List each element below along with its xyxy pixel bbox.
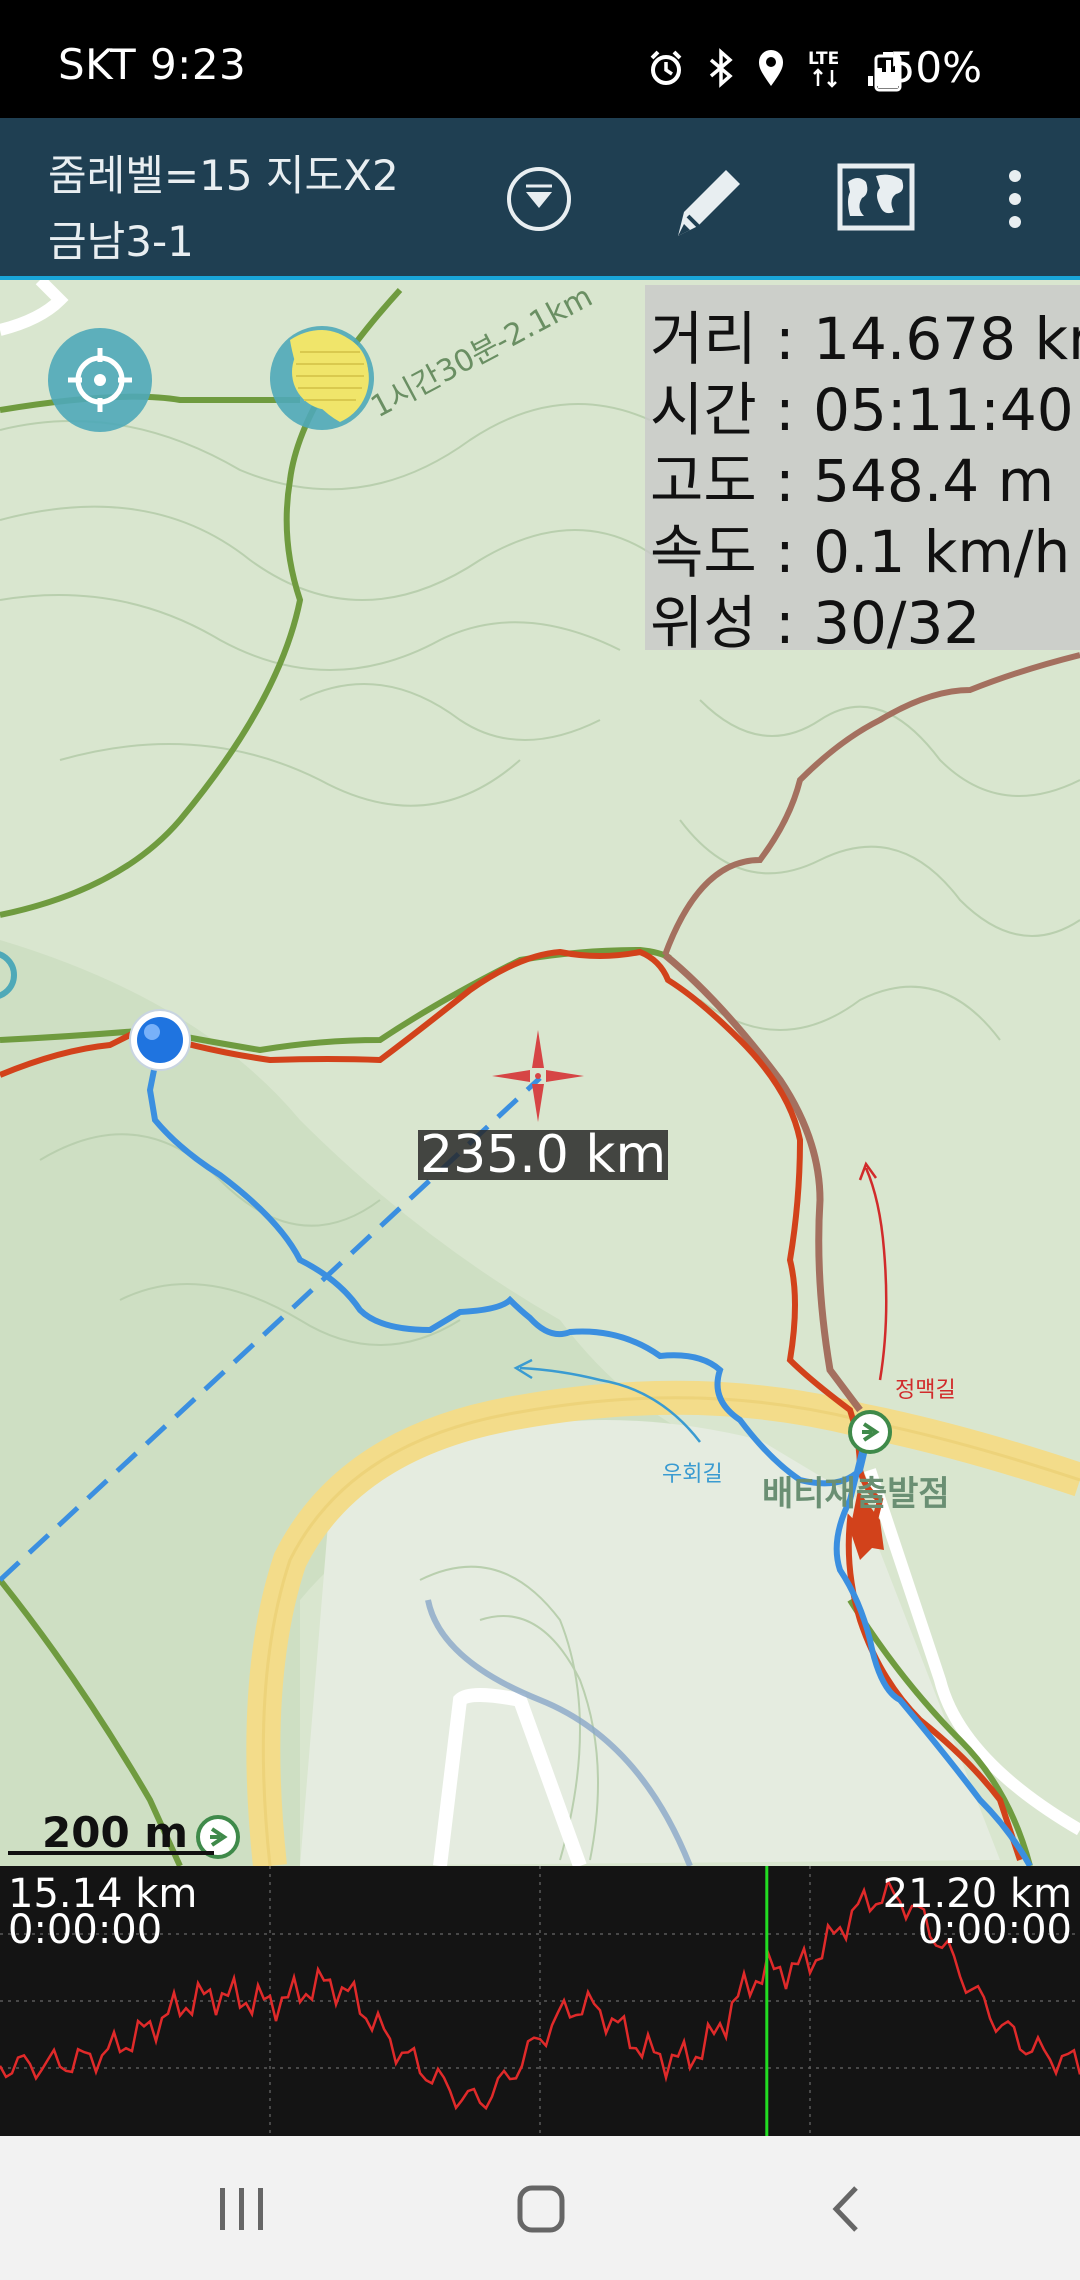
cursor-distance-label: 235.0 km	[418, 1125, 669, 1185]
bypass-label: 우회길	[662, 1462, 723, 1487]
bluetooth-icon	[709, 48, 733, 88]
status-bar: SKT 9:23 LTE 50%	[0, 0, 1080, 118]
compass-button[interactable]	[270, 326, 374, 430]
place-label: 배티재출발점	[762, 1474, 950, 1514]
more-vert-icon[interactable]	[1000, 154, 1030, 244]
status-icons: LTE	[646, 44, 902, 92]
back-icon[interactable]	[826, 2184, 866, 2234]
profile-start-time: 0:00:00	[8, 1907, 163, 1953]
home-icon[interactable]	[516, 2184, 566, 2234]
carrier-time: SKT 9:23	[58, 40, 247, 89]
system-nav-bar	[0, 2136, 1080, 2280]
info-satellites: 위성 : 30/32	[650, 589, 981, 657]
location-icon	[759, 50, 783, 86]
map-scale-bar	[8, 1851, 214, 1855]
pencil-icon[interactable]	[666, 154, 748, 244]
svg-text:LTE: LTE	[808, 49, 839, 69]
battery-percent: 50%	[888, 43, 982, 92]
start-point-marker[interactable]	[848, 1410, 892, 1454]
map-layers-icon[interactable]	[836, 154, 916, 244]
alarm-icon	[650, 50, 682, 85]
dropdown-icon[interactable]	[506, 154, 572, 244]
track-name[interactable]: 금남3-1	[48, 208, 194, 269]
locate-me-button[interactable]	[48, 328, 152, 432]
ridge-label: 정맥길	[895, 1378, 956, 1403]
profile-end-time: 0:00:00	[917, 1907, 1072, 1953]
app-toolbar: 줌레벨=15 지도X2 금남3-1	[0, 118, 1080, 280]
lte-icon: LTE	[808, 49, 839, 88]
elevation-profile[interactable]: 15.14 km 0:00:00 21.20 km 0:00:00	[0, 1866, 1080, 2136]
map-scale-label: 200 m	[42, 1808, 189, 1857]
zoom-level-title[interactable]: 줌레벨=15 지도X2	[48, 142, 399, 203]
battery-icon	[874, 52, 902, 92]
recents-icon[interactable]	[218, 2186, 266, 2232]
